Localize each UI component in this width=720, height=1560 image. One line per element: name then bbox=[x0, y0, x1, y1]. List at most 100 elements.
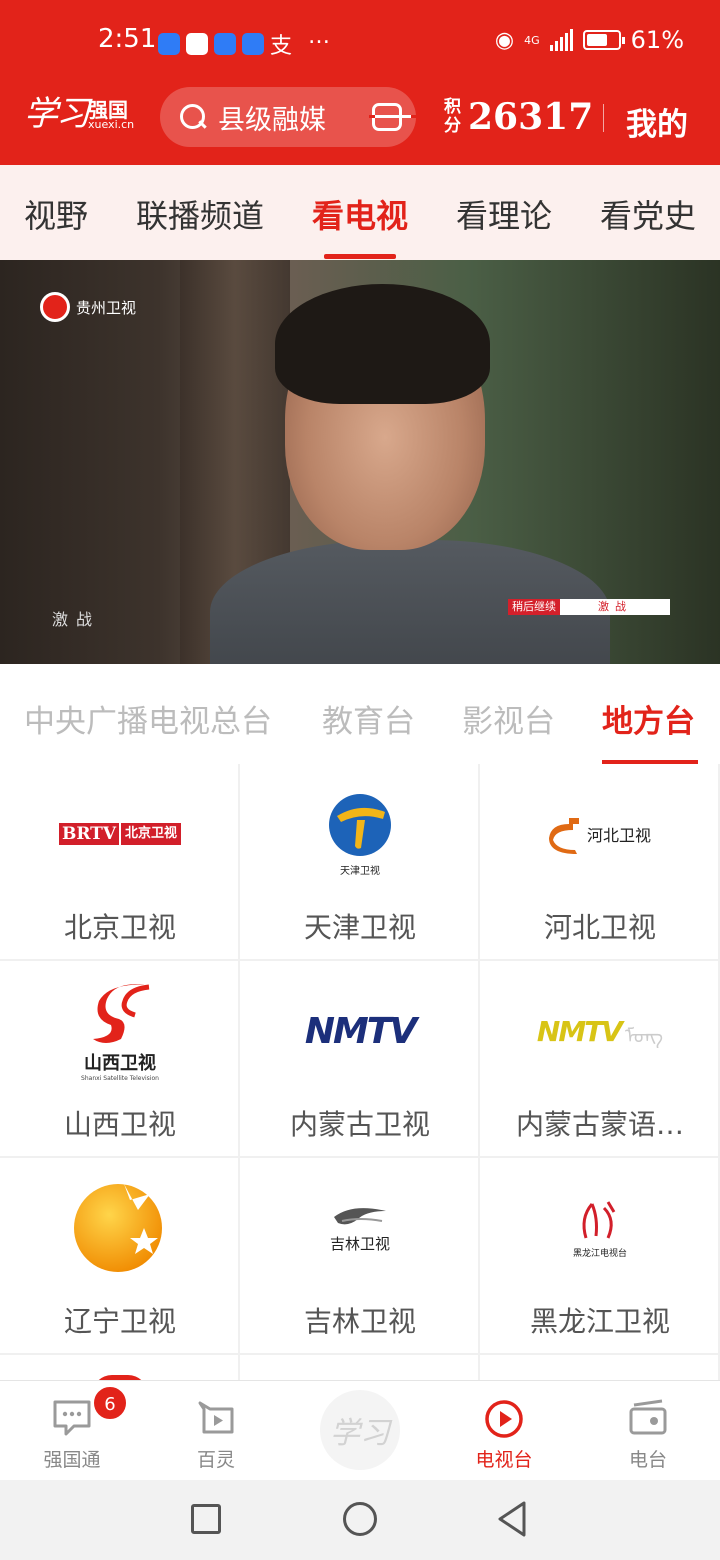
back-icon[interactable] bbox=[496, 1500, 528, 1538]
header-divider bbox=[603, 104, 604, 132]
play-square-icon bbox=[196, 1399, 236, 1437]
unread-badge: 6 bbox=[92, 1385, 128, 1421]
channel-card-partial[interactable] bbox=[0, 1355, 240, 1380]
app-logo[interactable]: 学习 强国 xuexi.cn bbox=[24, 86, 136, 136]
heilongjiang-tv-logo-icon: 黑龙江电视台 bbox=[480, 1158, 720, 1298]
tab-party-history[interactable]: 看党史 bbox=[600, 191, 696, 237]
app-notification-icon bbox=[242, 33, 264, 55]
nav-radio[interactable]: 电台 bbox=[598, 1399, 698, 1472]
tab-theory[interactable]: 看理论 bbox=[456, 191, 552, 237]
nav-tv[interactable]: 电视台 bbox=[454, 1399, 554, 1472]
logo-text: Shanxi Satellite Television bbox=[81, 1074, 159, 1082]
points-value: 26317 bbox=[468, 96, 594, 138]
channel-name: 天津卫视 bbox=[303, 911, 416, 944]
nav-label: 强国通 bbox=[43, 1449, 101, 1471]
shanxi-tv-logo-icon: 山西卫视 Shanxi Satellite Television bbox=[0, 961, 240, 1101]
mine-button[interactable]: 我的 bbox=[626, 99, 688, 144]
nmtv-mongolian-logo-icon: NMTV ᠮᠣᠩ bbox=[480, 961, 720, 1101]
category-tabs: 中央广播电视总台 教育台 影视台 地方台 bbox=[0, 664, 720, 764]
channel-card-jilin[interactable]: 吉林卫视 吉林卫视 bbox=[240, 1158, 480, 1355]
cat-education[interactable]: 教育台 bbox=[322, 696, 415, 741]
channel-card-neimenggu[interactable]: NMTV 内蒙古卫视 bbox=[240, 961, 480, 1158]
app-notification-icon bbox=[158, 33, 180, 55]
scan-icon[interactable] bbox=[369, 103, 417, 131]
cat-film[interactable]: 影视台 bbox=[462, 696, 555, 741]
logo-text: 吉林卫视 bbox=[329, 1234, 390, 1253]
logo-text: NMTV bbox=[536, 1014, 623, 1048]
channel-watermark: 贵州卫视 bbox=[40, 292, 136, 322]
cat-local[interactable]: 地方台 bbox=[602, 696, 695, 741]
cat-cctv[interactable]: 中央广播电视总台 bbox=[24, 696, 272, 741]
channel-grid: BRTV 北京卫视 北京卫视 天津卫视 天津卫视 河北卫视 河北卫视 山西卫视 … bbox=[0, 764, 720, 1380]
more-notifications-icon: … bbox=[308, 24, 330, 49]
search-icon bbox=[180, 104, 206, 130]
channel-name: 北京卫视 bbox=[63, 911, 176, 944]
tianjin-tv-logo-icon: 天津卫视 bbox=[240, 764, 480, 904]
logo-text: 天津卫视 bbox=[340, 865, 380, 877]
channel-card-partial[interactable] bbox=[480, 1355, 720, 1380]
status-bar: 2:51 支 … ◉ 4G 61% bbox=[0, 0, 720, 84]
channel-card-hebei[interactable]: 河北卫视 河北卫视 bbox=[480, 764, 720, 961]
app-notification-icon bbox=[214, 33, 236, 55]
liaoning-tv-logo-icon bbox=[0, 1158, 240, 1298]
channel-name: 内蒙古卫视 bbox=[289, 1108, 430, 1141]
guizhou-tv-logo-icon bbox=[40, 292, 70, 322]
points-label: 积分 bbox=[444, 97, 461, 136]
xuexi-center-icon: 学习 bbox=[330, 1416, 390, 1451]
tab-shiye[interactable]: 视野 bbox=[24, 191, 88, 237]
app-notification-icon bbox=[186, 33, 208, 55]
logo-url: xuexi.cn bbox=[88, 118, 135, 131]
video-subtitle: 激战 bbox=[52, 610, 101, 629]
search-bar[interactable]: 县级融媒 bbox=[160, 87, 417, 147]
logo-text: 北京卫视 bbox=[119, 823, 182, 845]
mongolian-script-icon: ᠮᠣᠩ bbox=[624, 1023, 664, 1048]
banner-left: 稍后继续 bbox=[508, 599, 560, 615]
channel-card-liaoning[interactable]: 辽宁卫视 bbox=[0, 1158, 240, 1355]
system-nav-bar bbox=[0, 1480, 720, 1560]
channel-watermark-text: 贵州卫视 bbox=[76, 298, 137, 317]
system-icons: ◉ 4G 61% bbox=[495, 26, 684, 54]
logo-text: 山西卫视 bbox=[83, 1052, 156, 1074]
signal-icon bbox=[549, 29, 573, 51]
xuexi-script-logo-icon: 学习 bbox=[24, 94, 90, 134]
logo-text: BRTV bbox=[58, 823, 120, 845]
logo-text: 黑龙江电视台 bbox=[572, 1248, 627, 1259]
battery-percent: 61% bbox=[630, 26, 684, 54]
channel-card-shanxi[interactable]: 山西卫视 Shanxi Satellite Television 山西卫视 bbox=[0, 961, 240, 1158]
logo-text: 河北卫视 bbox=[586, 826, 651, 845]
nmtv-logo-icon: NMTV bbox=[240, 961, 480, 1101]
active-tab-indicator bbox=[324, 254, 396, 259]
tab-watch-tv[interactable]: 看电视 bbox=[312, 191, 408, 237]
home-icon[interactable] bbox=[343, 1502, 377, 1536]
channel-name: 山西卫视 bbox=[63, 1108, 176, 1141]
channel-card-tianjin[interactable]: 天津卫视 天津卫视 bbox=[240, 764, 480, 961]
nav-label: 电台 bbox=[628, 1449, 667, 1471]
channel-card-neimenggu-mongolian[interactable]: NMTV ᠮᠣᠩ 内蒙古蒙语… bbox=[480, 961, 720, 1158]
radio-icon bbox=[628, 1399, 668, 1437]
nav-bailing[interactable]: 百灵 bbox=[166, 1399, 266, 1472]
eye-icon: ◉ bbox=[494, 27, 515, 53]
channel-card-beijing[interactable]: BRTV 北京卫视 北京卫视 bbox=[0, 764, 240, 961]
nav-label: 百灵 bbox=[196, 1449, 235, 1471]
hebei-tv-logo-icon: 河北卫视 bbox=[480, 764, 720, 904]
video-player[interactable]: 贵州卫视 激战 稍后继续 激战 bbox=[0, 260, 720, 664]
tab-lianbo[interactable]: 联播频道 bbox=[136, 191, 264, 237]
xuexi-center-button[interactable]: 学习 bbox=[320, 1390, 400, 1470]
notification-icons: 支 bbox=[158, 28, 292, 60]
channel-name: 辽宁卫视 bbox=[63, 1305, 176, 1338]
recent-apps-icon[interactable] bbox=[191, 1504, 221, 1534]
video-frame-person-hair bbox=[275, 284, 490, 404]
jilin-tv-logo-icon: 吉林卫视 bbox=[240, 1158, 480, 1298]
alipay-icon: 支 bbox=[270, 34, 293, 59]
channel-card-partial[interactable] bbox=[240, 1355, 480, 1380]
search-placeholder: 县级融媒 bbox=[218, 104, 326, 136]
channel-name: 吉林卫视 bbox=[303, 1305, 416, 1338]
program-banner: 稍后继续 激战 bbox=[508, 599, 670, 615]
points-display[interactable]: 积分 26317 bbox=[444, 96, 593, 138]
brtv-logo-icon: BRTV 北京卫视 bbox=[0, 764, 240, 904]
top-tabs: 视野 联播频道 看电视 看理论 看党史 bbox=[0, 165, 720, 260]
channel-card-heilongjiang[interactable]: 黑龙江电视台 黑龙江卫视 bbox=[480, 1158, 720, 1355]
status-time: 2:51 bbox=[98, 24, 157, 54]
channel-name: 内蒙古蒙语… bbox=[515, 1108, 684, 1141]
chat-icon bbox=[52, 1399, 92, 1437]
